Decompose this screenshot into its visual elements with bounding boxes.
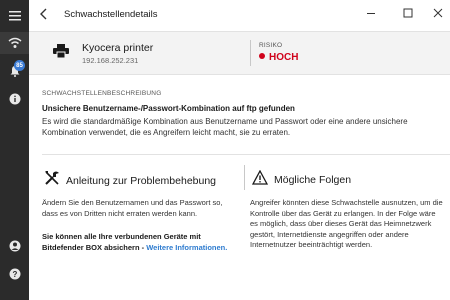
tools-icon bbox=[44, 170, 60, 191]
info-icon[interactable] bbox=[0, 88, 29, 110]
column-divider bbox=[244, 165, 245, 190]
back-arrow-icon[interactable] bbox=[39, 8, 48, 23]
consequences-heading-text: Mögliche Folgen bbox=[274, 174, 352, 186]
section-divider bbox=[42, 154, 450, 155]
title-bar: Schwachstellendetails bbox=[29, 0, 450, 30]
protect-devices-text: Sie können alle Ihre verbundenen Geräte … bbox=[42, 232, 232, 253]
divider bbox=[250, 40, 251, 66]
help-icon[interactable]: ? bbox=[0, 263, 29, 285]
consequences-heading: Mögliche Folgen bbox=[251, 169, 352, 190]
menu-icon[interactable] bbox=[0, 5, 29, 27]
device-name: Kyocera printer bbox=[82, 42, 154, 54]
risk-label: RISIKO bbox=[259, 42, 283, 49]
remediation-heading-text: Anleitung zur Problembehebung bbox=[66, 174, 217, 187]
warning-icon bbox=[251, 169, 269, 190]
more-info-link[interactable]: Weitere Informationen. bbox=[146, 243, 227, 252]
svg-text:?: ? bbox=[12, 270, 17, 279]
minimize-icon[interactable] bbox=[366, 8, 376, 21]
remediation-text: Ändern Sie den Benutzernamen und das Pas… bbox=[42, 198, 223, 218]
notification-count-badge: 85 bbox=[14, 60, 25, 71]
risk-dot-icon bbox=[259, 53, 265, 60]
sidebar: 85 ? bbox=[0, 0, 29, 300]
risk-value: HOCH bbox=[259, 52, 298, 63]
description-section-label: SCHWACHSTELLENBESCHREIBUNG bbox=[42, 90, 162, 97]
device-ip: 192.168.252.231 bbox=[82, 56, 139, 65]
wifi-shield-icon[interactable] bbox=[0, 32, 29, 54]
risk-value-text: HOCH bbox=[269, 52, 299, 63]
description-text: Es wird die standardmäßige Kombination a… bbox=[42, 117, 408, 137]
printer-icon bbox=[53, 44, 69, 63]
consequences-text: Angreifer könnten diese Schwachstelle au… bbox=[250, 198, 443, 249]
page-title: Schwachstellendetails bbox=[64, 9, 158, 20]
maximize-icon[interactable] bbox=[403, 8, 413, 21]
remediation-heading: Anleitung zur Problembehebung bbox=[44, 170, 216, 191]
close-icon[interactable] bbox=[433, 8, 443, 21]
description-title: Unsichere Benutzername-/Passwort-Kombina… bbox=[42, 104, 295, 113]
account-icon[interactable] bbox=[0, 235, 29, 257]
